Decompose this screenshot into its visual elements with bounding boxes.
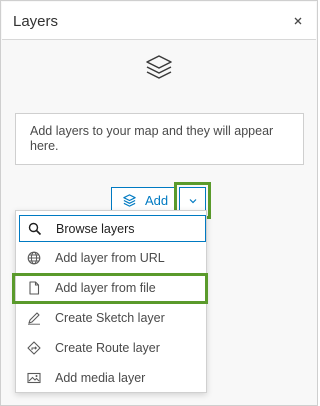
layers-icon — [122, 193, 137, 208]
menu-item-create-route-layer[interactable]: Create Route layer — [16, 333, 206, 363]
menu-item-add-media-layer[interactable]: Add media layer — [16, 363, 206, 393]
layers-icon — [144, 53, 174, 83]
layers-panel: Layers Add layers to your map and they w… — [0, 0, 318, 406]
chevron-down-icon — [188, 196, 198, 206]
globe-icon — [26, 250, 42, 266]
add-button-label: Add — [145, 193, 169, 208]
file-item-highlight — [12, 273, 208, 304]
empty-state-message: Add layers to your map and they will app… — [15, 113, 304, 165]
menu-item-label: Create Sketch layer — [55, 311, 165, 325]
image-icon — [26, 370, 42, 386]
menu-item-browse-layers[interactable]: Browse layers — [19, 215, 206, 242]
panel-title: Layers — [13, 13, 59, 30]
sketch-icon — [26, 310, 42, 326]
route-icon — [26, 340, 42, 356]
menu-item-label: Browse layers — [56, 221, 135, 236]
menu-item-label: Add layer from URL — [55, 251, 165, 265]
search-icon — [27, 221, 43, 237]
menu-item-create-sketch-layer[interactable]: Create Sketch layer — [16, 303, 206, 333]
close-icon[interactable] — [290, 13, 306, 29]
panel-header: Layers — [2, 2, 316, 40]
menu-item-add-layer-from-url[interactable]: Add layer from URL — [16, 243, 206, 273]
menu-item-label: Create Route layer — [55, 341, 160, 355]
menu-item-label: Add media layer — [55, 371, 146, 385]
